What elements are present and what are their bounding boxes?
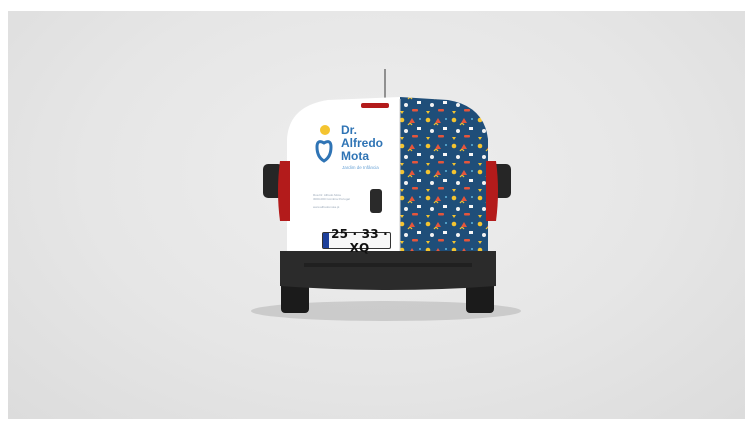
- license-plate: 25 · 33 · XQ: [322, 227, 391, 255]
- van-illustration: [251, 69, 521, 321]
- logo-tagline: Jardim de Infância: [342, 165, 379, 170]
- info-line-2: 3000-000 Coimbra Portugal: [313, 197, 350, 201]
- logo-line-3: Mota: [341, 149, 369, 163]
- info-line-4: www.alfredomota.pt: [313, 205, 340, 209]
- plate-number: 25 · 33 · XQ: [331, 226, 388, 255]
- photo-scene: Dr. Alfredo Mota Jardim de Infância Rua …: [8, 11, 745, 419]
